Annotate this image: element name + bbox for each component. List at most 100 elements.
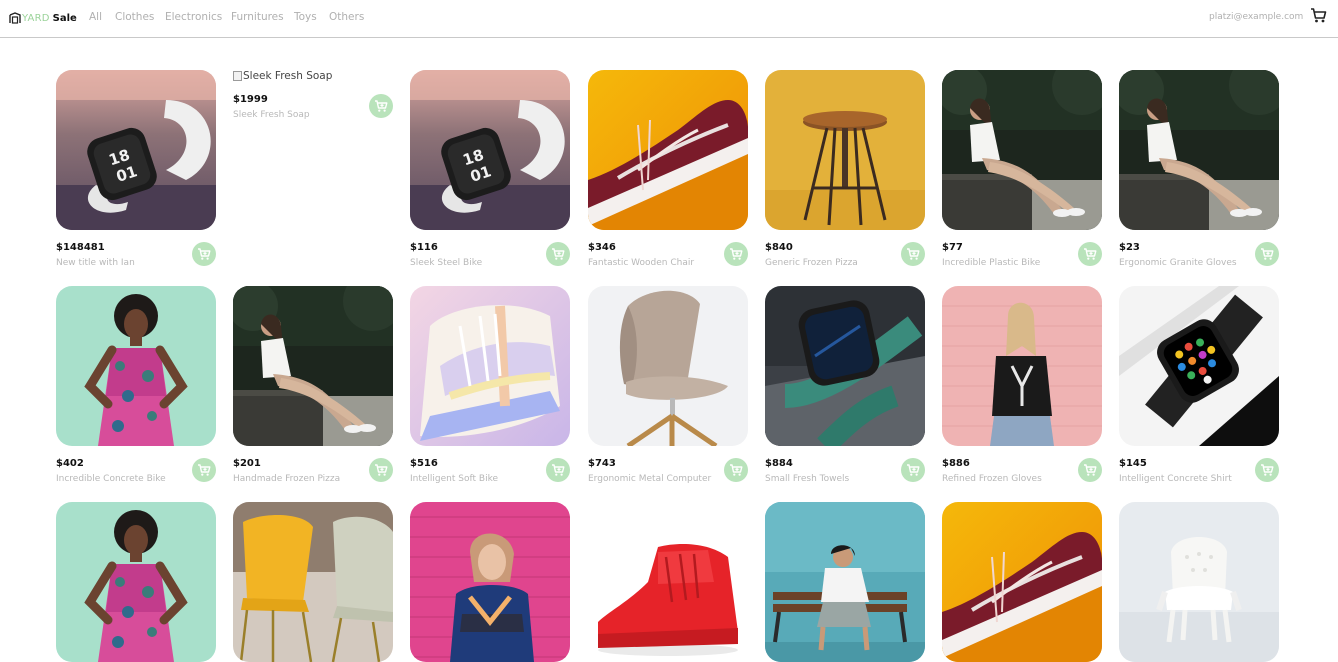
product-price: $77 (942, 242, 963, 253)
product-price: $1999 (233, 94, 268, 105)
product-image[interactable] (588, 286, 748, 446)
add-to-cart-button[interactable] (724, 242, 748, 266)
product-image[interactable] (942, 286, 1102, 446)
product-image[interactable] (233, 286, 393, 446)
product-image[interactable] (1119, 70, 1279, 230)
shop-icon (9, 12, 21, 24)
product-image[interactable] (942, 502, 1102, 662)
product-card[interactable]: $402 Incredible Concrete Bike (56, 286, 216, 486)
product-image[interactable] (1119, 286, 1279, 446)
add-to-cart-icon (730, 464, 743, 476)
nav-link-others[interactable]: Others (329, 11, 364, 23)
nav-link-toys[interactable]: Toys (294, 11, 317, 23)
add-to-cart-icon (552, 464, 565, 476)
product-image[interactable] (942, 70, 1102, 230)
product-image[interactable] (588, 502, 748, 662)
product-card[interactable]: $743 Ergonomic Metal Computer (588, 286, 748, 486)
product-image[interactable]: 18 01 (410, 70, 570, 230)
add-to-cart-icon (1261, 248, 1274, 260)
product-card[interactable]: $840 Generic Frozen Pizza (765, 70, 925, 270)
add-to-cart-icon (907, 248, 920, 260)
product-price: $516 (410, 458, 438, 469)
broken-image-icon (233, 71, 242, 81)
product-title: Fantastic Wooden Chair (588, 258, 695, 268)
nav-link-electronics[interactable]: Electronics (165, 11, 222, 23)
add-to-cart-button[interactable] (546, 458, 570, 482)
product-price: $886 (942, 458, 970, 469)
product-card[interactable] (410, 502, 570, 662)
product-title: Handmade Frozen Pizza (233, 474, 341, 484)
product-title: Generic Frozen Pizza (765, 258, 858, 268)
logo-yard-text: YARD (22, 12, 50, 24)
add-to-cart-icon (198, 248, 211, 260)
add-to-cart-icon (907, 464, 920, 476)
add-to-cart-button[interactable] (1255, 458, 1279, 482)
product-card[interactable]: $145 Intelligent Concrete Shirt (1119, 286, 1279, 486)
add-to-cart-button[interactable] (546, 242, 570, 266)
product-image[interactable] (765, 70, 925, 230)
add-to-cart-icon (375, 100, 388, 112)
product-price: $840 (765, 242, 793, 253)
add-to-cart-button[interactable] (1078, 458, 1102, 482)
product-image[interactable] (765, 286, 925, 446)
product-image[interactable] (765, 502, 925, 662)
product-image[interactable]: 18 01 (56, 70, 216, 230)
product-card[interactable] (765, 502, 925, 662)
product-price: $148481 (56, 242, 105, 253)
add-to-cart-button[interactable] (192, 242, 216, 266)
add-to-cart-icon (1084, 248, 1097, 260)
nav-link-all[interactable]: All (89, 11, 102, 23)
add-to-cart-icon (198, 464, 211, 476)
product-title: Ergonomic Metal Computer (588, 474, 712, 484)
product-card[interactable] (942, 502, 1102, 662)
product-card[interactable]: $346 Fantastic Wooden Chair (588, 70, 748, 270)
product-card[interactable]: Sleek Fresh Soap $1999 Sleek Fresh Soap (233, 70, 393, 270)
product-card[interactable]: 18 01 $148481 New title with Ian (56, 70, 216, 270)
product-price: $743 (588, 458, 616, 469)
product-price: $884 (765, 458, 793, 469)
add-to-cart-button[interactable] (369, 94, 393, 118)
product-card[interactable] (56, 502, 216, 662)
logo[interactable]: YARD Sale (9, 10, 77, 26)
add-to-cart-button[interactable] (192, 458, 216, 482)
add-to-cart-button[interactable] (369, 458, 393, 482)
product-image[interactable] (410, 286, 570, 446)
product-card[interactable] (1119, 502, 1279, 662)
add-to-cart-button[interactable] (901, 242, 925, 266)
product-price: $116 (410, 242, 438, 253)
product-card[interactable]: $23 Ergonomic Granite Gloves (1119, 70, 1279, 270)
product-card[interactable] (233, 502, 393, 662)
product-card[interactable]: $886 Refined Frozen Gloves (942, 286, 1102, 486)
user-email[interactable]: platzi@example.com (1209, 12, 1303, 22)
nav-link-furnitures[interactable]: Furnitures (231, 11, 284, 23)
navbar: YARD Sale All Clothes Electronics Furnit… (0, 0, 1338, 38)
nav-link-clothes[interactable]: Clothes (115, 11, 154, 23)
product-image-broken[interactable]: Sleek Fresh Soap (233, 70, 332, 82)
product-card[interactable]: 18 01 $116 Sleek Steel Bike (410, 70, 570, 270)
add-to-cart-icon (1261, 464, 1274, 476)
product-image[interactable] (1119, 502, 1279, 662)
add-to-cart-button[interactable] (1078, 242, 1102, 266)
add-to-cart-button[interactable] (724, 458, 748, 482)
product-title: Incredible Concrete Bike (56, 474, 166, 484)
product-card[interactable]: $516 Intelligent Soft Bike (410, 286, 570, 486)
product-title: Sleek Fresh Soap (233, 110, 310, 120)
product-title: Incredible Plastic Bike (942, 258, 1041, 268)
product-card[interactable]: $201 Handmade Frozen Pizza (233, 286, 393, 486)
product-title: Intelligent Soft Bike (410, 474, 498, 484)
product-price: $402 (56, 458, 84, 469)
product-title: Refined Frozen Gloves (942, 474, 1042, 484)
product-image[interactable] (56, 502, 216, 662)
product-card[interactable] (588, 502, 748, 662)
add-to-cart-icon (552, 248, 565, 260)
product-image[interactable] (56, 286, 216, 446)
add-to-cart-button[interactable] (901, 458, 925, 482)
product-image[interactable] (233, 502, 393, 662)
product-card[interactable]: $77 Incredible Plastic Bike (942, 70, 1102, 270)
add-to-cart-button[interactable] (1255, 242, 1279, 266)
product-title: Small Fresh Towels (765, 474, 850, 484)
product-card[interactable]: $884 Small Fresh Towels (765, 286, 925, 486)
cart-icon[interactable] (1310, 7, 1327, 24)
product-image[interactable] (410, 502, 570, 662)
product-image[interactable] (588, 70, 748, 230)
